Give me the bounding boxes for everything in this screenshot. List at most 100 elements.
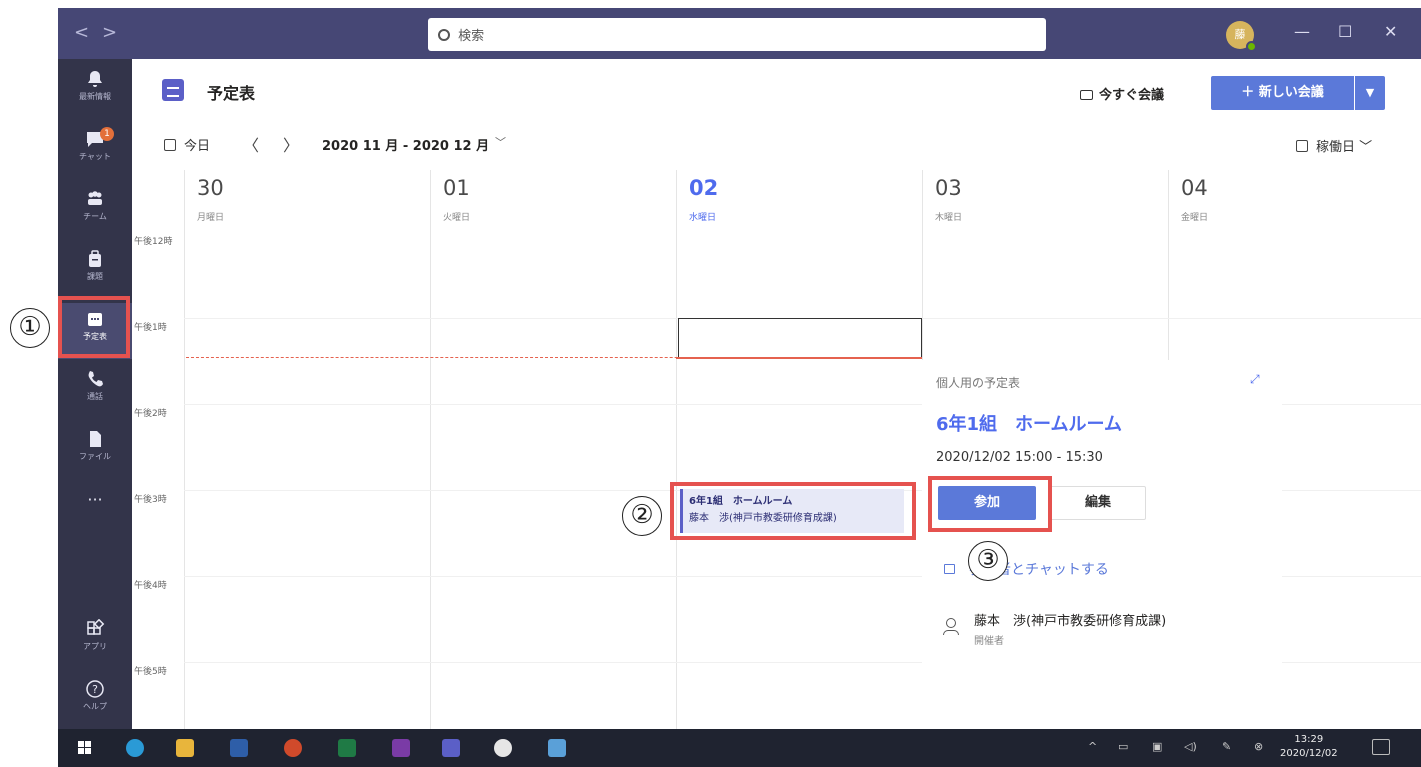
chat-badge: 1 xyxy=(100,127,114,141)
rail-label-help: ヘルプ xyxy=(83,702,107,711)
page-title: 予定表 xyxy=(207,84,256,103)
day-number[interactable]: 01 xyxy=(443,176,470,200)
rail-item-activity[interactable]: 最新情報 xyxy=(58,63,132,119)
clock-time: 13:29 xyxy=(1294,734,1324,745)
grid-line xyxy=(676,170,677,730)
close-button[interactable]: ✕ xyxy=(1384,22,1397,41)
maximize-button[interactable]: ☐ xyxy=(1338,22,1352,41)
rail-item-chat[interactable]: 1 チャット xyxy=(58,123,132,179)
word-icon[interactable] xyxy=(230,739,248,757)
avatar-initial: 藤 xyxy=(1234,28,1246,41)
title-bar: < > 検索 藤 — ☐ ✕ xyxy=(58,8,1421,59)
search-icon xyxy=(438,29,450,41)
avatar[interactable]: 藤 xyxy=(1226,21,1257,52)
day-name: 金曜日 xyxy=(1181,213,1209,223)
minimize-button[interactable]: — xyxy=(1294,22,1310,41)
chevron-down-icon[interactable]: ﹀ xyxy=(495,134,506,150)
chevron-up-icon[interactable]: ^ xyxy=(1088,740,1097,753)
expand-icon[interactable]: ⤢ xyxy=(1250,372,1260,387)
day-name-today: 水曜日 xyxy=(689,213,717,223)
rail-label-apps: アプリ xyxy=(83,642,107,651)
view-switcher[interactable]: 稼働日 ﹀ xyxy=(1296,136,1372,155)
new-meeting-button[interactable]: ＋ 新しい会議 xyxy=(1211,76,1354,110)
video-camera-icon xyxy=(1080,90,1093,100)
day-number[interactable]: 03 xyxy=(935,176,962,200)
rail-item-teams[interactable]: チーム xyxy=(58,183,132,239)
rail-label-chat: チャット xyxy=(79,152,111,161)
rail-item-help[interactable]: ? ヘルプ xyxy=(58,673,132,729)
annotation-marker-1: ① xyxy=(10,308,50,348)
help-icon: ? xyxy=(86,680,104,698)
windows-taskbar: ^ ▭ ▣ ◁) ✎ ⊗ 13:29 2020/12/02 xyxy=(58,729,1421,767)
notification-icon[interactable] xyxy=(1372,739,1390,755)
grid-line xyxy=(184,170,185,730)
join-button[interactable]: 参加 xyxy=(938,486,1036,520)
more-apps-button[interactable]: ··· xyxy=(58,485,132,541)
rail-item-calls[interactable]: 通話 xyxy=(58,363,132,419)
day-number[interactable]: 04 xyxy=(1181,176,1208,200)
meet-now-button[interactable]: 今すぐ会議 xyxy=(1080,84,1164,103)
day-name: 木曜日 xyxy=(935,213,963,223)
day-number[interactable]: 30 xyxy=(197,176,224,200)
clock-date: 2020/12/02 xyxy=(1280,748,1338,759)
teams-taskbar-icon[interactable] xyxy=(442,739,460,757)
rail-label-teams: チーム xyxy=(83,212,107,221)
forward-button[interactable]: > xyxy=(102,22,117,43)
onenote-icon[interactable] xyxy=(392,739,410,757)
status-icon[interactable]: ⊗ xyxy=(1254,740,1263,753)
view-label: 稼働日 xyxy=(1316,140,1356,155)
grid-line xyxy=(430,170,431,730)
event-title: 6年1組 ホームルーム xyxy=(689,496,793,507)
assignments-icon xyxy=(89,250,101,267)
file-explorer-icon[interactable] xyxy=(176,739,194,757)
today-label: 今日 xyxy=(184,139,211,154)
time-label: 午後12時 xyxy=(134,237,173,247)
rail-label-calls: 通話 xyxy=(87,392,103,401)
volume-icon[interactable]: ◁) xyxy=(1184,740,1197,753)
system-clock[interactable]: 13:29 2020/12/02 xyxy=(1280,733,1338,761)
today-button[interactable]: 今日 xyxy=(164,135,210,154)
day-number-today[interactable]: 02 xyxy=(689,176,718,200)
svg-text:?: ? xyxy=(92,683,98,696)
previous-week-button[interactable]: 〈 xyxy=(243,132,259,156)
powerpoint-icon[interactable] xyxy=(284,739,302,757)
view-calendar-icon xyxy=(1296,140,1308,152)
event-details-time: 2020/12/02 15:00 - 15:30 xyxy=(936,450,1103,465)
app-icon[interactable] xyxy=(494,739,512,757)
new-meeting-dropdown[interactable]: ▼ xyxy=(1355,76,1385,110)
date-range-picker[interactable]: 2020 11 月 - 2020 12 月 xyxy=(322,135,489,154)
selected-time-slot[interactable] xyxy=(678,318,922,358)
organizer-name[interactable]: 藤本 渉(神戸市教委研修育成課) xyxy=(974,610,1166,629)
search-input[interactable]: 検索 xyxy=(428,18,1046,51)
excel-icon[interactable] xyxy=(338,739,356,757)
search-placeholder: 検索 xyxy=(458,29,485,44)
calendar-event[interactable]: 6年1組 ホームルーム 藤本 渉(神戸市教委研修育成課) xyxy=(680,489,904,533)
edit-button[interactable]: 編集 xyxy=(1050,486,1146,520)
presence-icon xyxy=(1246,41,1257,52)
pen-icon[interactable]: ✎ xyxy=(1222,740,1231,753)
next-week-button[interactable]: 〉 xyxy=(283,132,299,156)
time-label: 午後5時 xyxy=(134,667,167,677)
edge-icon[interactable] xyxy=(126,739,144,757)
annotation-marker-3: ③ xyxy=(968,541,1008,581)
rail-item-calendar[interactable]: 予定表 xyxy=(58,303,132,359)
rail-label-activity: 最新情報 xyxy=(79,92,111,101)
chat-icon xyxy=(944,564,955,574)
app-rail: 最新情報 1 チャット チーム 課題 予定表 通話 ファイル ··· アプリ ?… xyxy=(58,59,132,729)
app-icon[interactable] xyxy=(548,739,566,757)
time-label: 午後2時 xyxy=(134,409,167,419)
windows-start-icon[interactable] xyxy=(78,741,92,755)
rail-item-files[interactable]: ファイル xyxy=(58,423,132,479)
person-icon xyxy=(943,618,959,635)
teams-icon xyxy=(88,191,102,205)
rail-item-assignments[interactable]: 課題 xyxy=(58,243,132,299)
calendar-name: 個人用の予定表 xyxy=(936,376,1021,390)
annotation-marker-2: ② xyxy=(622,496,662,536)
network-icon[interactable]: ▣ xyxy=(1152,740,1162,753)
battery-icon[interactable]: ▭ xyxy=(1118,740,1128,753)
day-name: 火曜日 xyxy=(443,213,471,223)
event-details-title: 6年1組 ホームルーム xyxy=(936,414,1122,435)
calendar-app-icon xyxy=(162,79,184,101)
rail-item-apps[interactable]: アプリ xyxy=(58,613,132,669)
back-button[interactable]: < xyxy=(74,22,89,43)
